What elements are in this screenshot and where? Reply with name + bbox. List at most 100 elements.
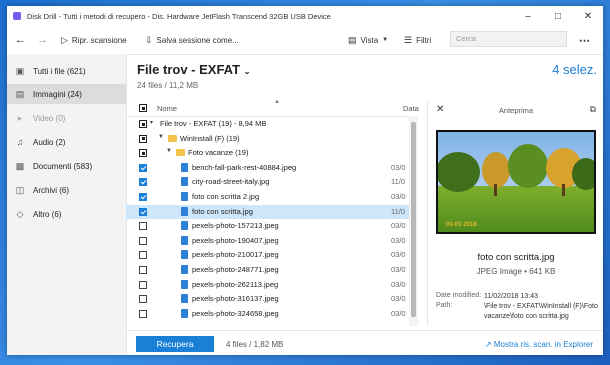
row-checkbox[interactable] [139,163,147,172]
page-subtitle: 24 files / 11,2 MB [137,81,199,90]
row-checkbox[interactable] [139,178,147,187]
row-checkbox[interactable] [139,149,147,158]
row-name: pexels-photo-190407.jpeg [192,235,279,245]
back-arrow-icon[interactable]: ← [15,34,26,46]
column-name[interactable]: Nome [157,104,177,113]
sidebar-item-archives[interactable]: ◫ Archivi (6) [7,180,126,200]
row-name: bench-fall-park-rest-40884.jpeg [192,162,297,172]
row-checkbox[interactable] [139,193,147,201]
filter-icon: ☰ [404,34,413,45]
sidebar-item-label: Tutti i file (621) [33,66,86,76]
row-checkbox[interactable] [139,207,147,216]
row-checkbox[interactable] [139,222,147,231]
chevron-down-icon: ⌄ [243,67,251,76]
sidebar-item-other[interactable]: ◇ Altro (6) [7,204,126,224]
row-name: pexels-photo-262113.jpeg [192,279,279,289]
row-date: 11/0 [391,206,406,216]
search-input[interactable]: Cerca [450,31,567,47]
filters-button[interactable]: ☰ Filtri [404,35,431,46]
document-icon: ▩ [15,160,25,171]
chevron-down-icon[interactable]: ▼ [158,134,164,140]
close-window-button[interactable]: ✕ [573,6,603,26]
folder-icon [176,149,185,157]
app-window: Disk Drill - Tutti i metodi di recupero … [7,6,603,355]
view-dropdown[interactable]: ▤ Vista ▼ [348,35,388,46]
row-name: pexels-photo-157213.jpeg [192,221,279,231]
file-list: Nome ▲ Data ▾ File trov - EXFAT (19) - 8,… [126,100,419,326]
row-name: pexels-photo-210017.jpeg [192,250,279,260]
row-checkbox[interactable] [139,236,147,245]
table-row[interactable]: pexels-photo-210017.jpeg 03/0 [126,248,409,263]
scroll-thumb[interactable] [411,122,416,317]
row-date: 03/0 [391,192,406,201]
table-row[interactable]: pexels-photo-157213.jpeg 03/0 [126,219,409,234]
folder-icon: ▤ [348,34,357,45]
row-name: pexels-photo-324658.jpeg [192,308,279,318]
sidebar-item-label: Altro (6) [33,209,62,219]
table-row[interactable]: foto con scritta 2.jpg 03/0 [126,190,409,205]
row-date: 03/0 [391,162,406,172]
filters-label: Filtri [416,35,432,45]
rescan-button[interactable]: ▷ Ripr. scansione [61,35,127,46]
table-row[interactable]: foto con scritta.jpg 11/0 [126,204,409,220]
chevron-down-icon[interactable]: ▾ [150,119,153,126]
row-checkbox[interactable] [139,251,147,260]
column-date[interactable]: Data [403,104,419,113]
row-date: 03/0 [391,294,406,304]
table-row[interactable]: pexels-photo-324658.jpeg 03/0 [126,307,409,322]
group-row[interactable]: ▼ WinInstall (F) (19) [126,132,409,147]
explorer-link-label: Mostra ris. scan. in Explorer [493,340,593,349]
select-all-checkbox[interactable] [139,104,147,112]
forward-arrow-icon[interactable]: → [37,34,48,46]
table-row[interactable]: city-road-street-italy.jpg 11/0 [126,175,409,190]
row-checkbox[interactable] [139,134,147,143]
image-file-icon [181,294,188,304]
row-date: 11/0 [391,177,406,187]
vertical-scrollbar[interactable] [409,116,418,326]
show-in-explorer-link[interactable]: ↗ Mostra ris. scan. in Explorer [485,340,593,349]
path-value-line2: vacanze\foto con scritta.jpg [484,312,569,320]
row-checkbox[interactable] [139,266,147,274]
row-checkbox[interactable] [139,120,147,128]
table-row[interactable]: pexels-photo-316137.jpeg 03/0 [126,292,409,307]
image-file-icon [181,221,188,231]
row-name: city-road-street-italy.jpg [192,177,270,187]
sidebar-item-images[interactable]: ▤ Immagini (24) [7,84,126,104]
sidebar-item-video[interactable]: ▸ Video (0) [7,108,126,128]
window-title: Disk Drill - Tutti i metodi di recupero … [27,11,331,21]
external-link-icon: ↗ [484,340,492,349]
image-file-icon [181,250,188,260]
more-options-icon[interactable]: ⋯ [579,34,590,47]
sidebar: ▣ Tutti i file (621) ▤ Immagini (24) ▸ V… [7,54,127,355]
row-checkbox[interactable] [139,280,147,289]
table-row[interactable]: pexels-photo-190407.jpeg 03/0 [126,234,409,249]
table-row[interactable]: pexels-photo-262113.jpeg 03/0 [126,278,409,293]
row-checkbox[interactable] [139,309,147,318]
rescan-icon: ▷ [61,34,68,45]
row-name: foto con scritta.jpg [192,206,253,216]
table-row[interactable]: pexels-photo-248771.jpeg 03/0 [126,263,409,278]
date-modified-label: Date modified: [436,292,482,299]
sidebar-item-documents[interactable]: ▩ Documenti (583) [7,156,126,176]
preview-panel: ✕ Anteprima ⧉ 03-01-2018 foto con scritt… [427,100,604,326]
selected-count: 4 selez. [552,62,597,77]
sidebar-item-audio[interactable]: ♫ Audio (2) [7,132,126,152]
maximize-button[interactable]: □ [543,6,573,26]
row-name: File trov - EXFAT (19) - 8,94 MB [160,119,267,128]
chevron-down-icon[interactable]: ▼ [166,148,172,154]
group-row[interactable]: ▼ Foto vacanze (19) [126,146,409,161]
minimize-button[interactable]: – [513,6,543,26]
sidebar-item-all-files[interactable]: ▣ Tutti i file (621) [7,61,126,81]
group-row[interactable]: ▾ File trov - EXFAT (19) - 8,94 MB [126,117,409,132]
save-session-button[interactable]: ⇩ Salva sessione come... [145,35,239,46]
row-checkbox[interactable] [139,295,147,304]
page-title[interactable]: File trov - EXFAT ⌄ [137,62,250,77]
image-file-icon [181,206,188,216]
copy-icon[interactable]: ⧉ [590,104,596,115]
row-date: 03/0 [391,308,406,318]
recover-button[interactable]: Recupera [136,336,214,352]
page-title-text: File trov - EXFAT [137,62,241,77]
table-row[interactable]: bench-fall-park-rest-40884.jpeg 03/0 [126,161,409,176]
image-file-icon [181,279,188,289]
image-file-icon [181,177,188,187]
